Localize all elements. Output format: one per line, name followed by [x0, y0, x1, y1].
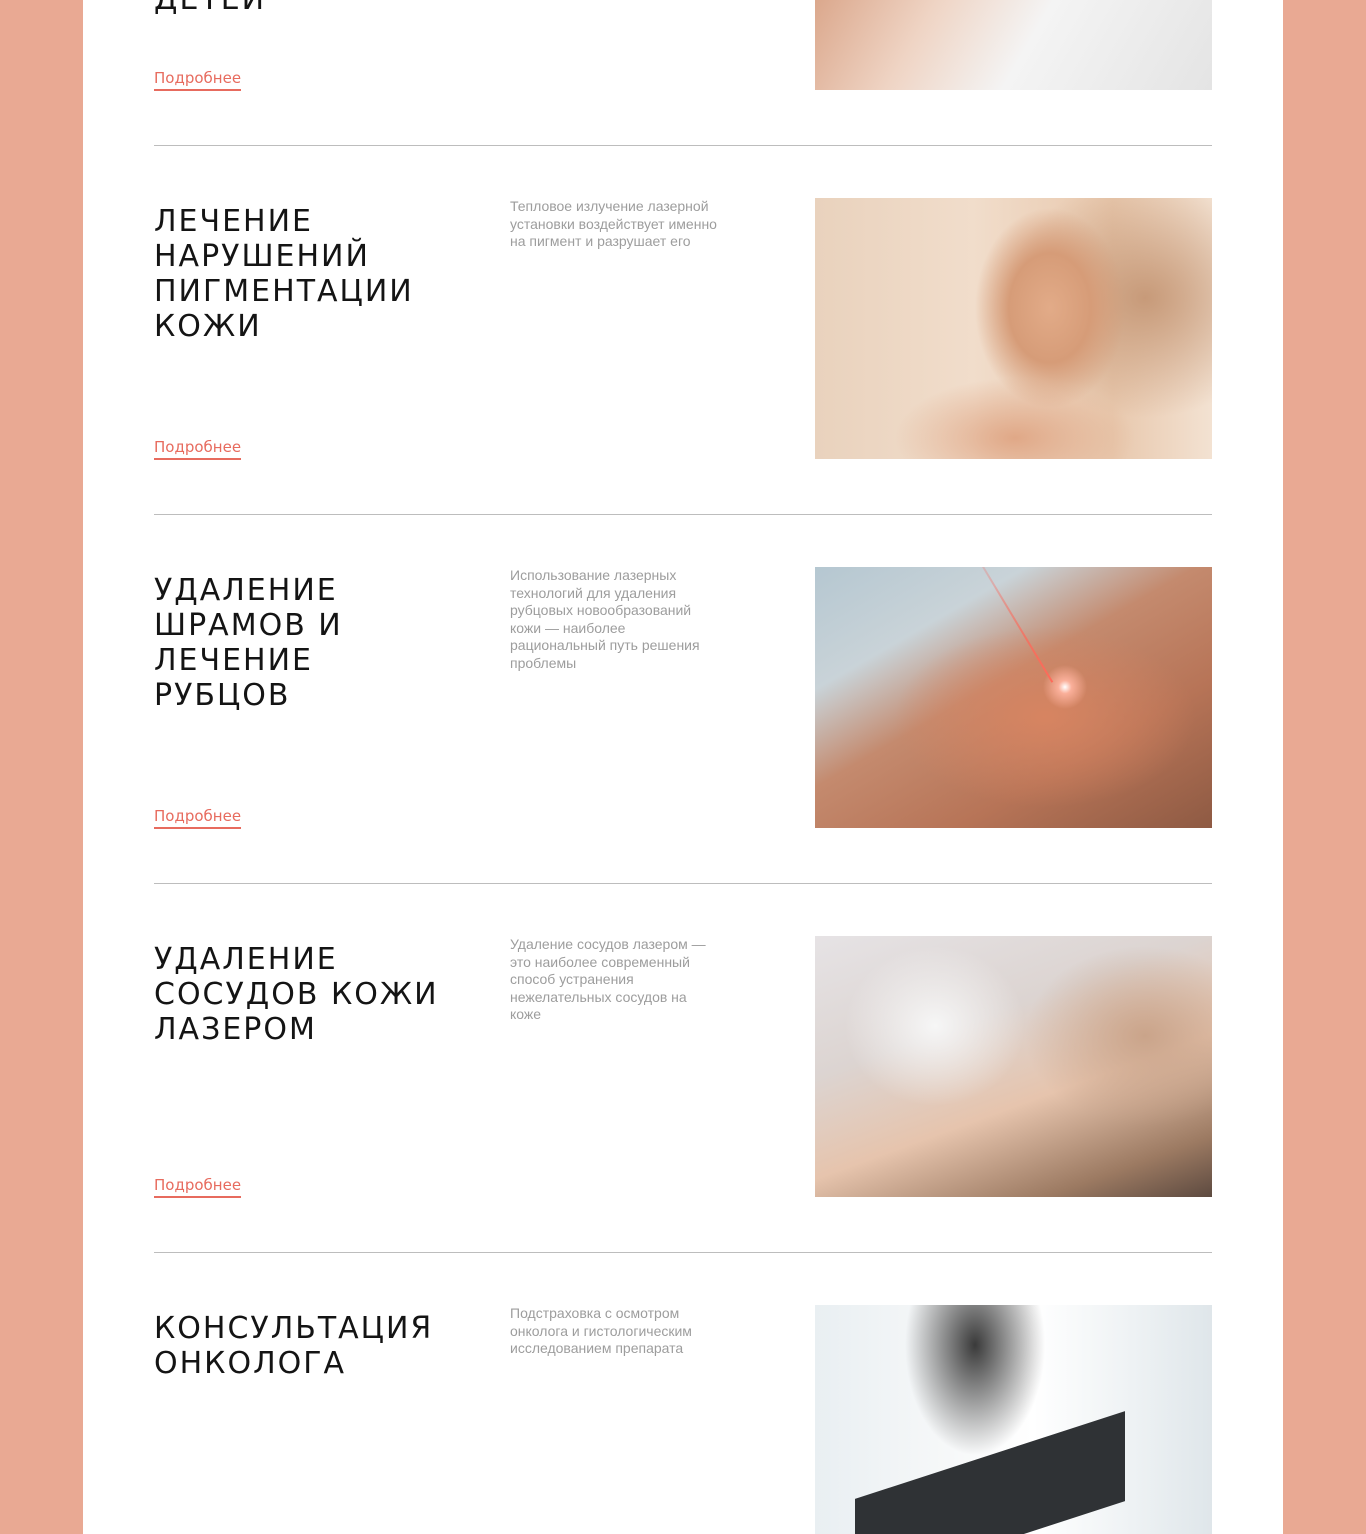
- service-title: УДАЛЕНИЕ СОСУДОВ КОЖИ ЛАЗЕРОМ: [154, 942, 439, 1047]
- laser-vessels-photo: [815, 936, 1212, 1197]
- service-card: КОНСУЛЬТАЦИЯ ОНКОЛОГА Подстраховка с осм…: [154, 1305, 1212, 1534]
- more-link[interactable]: Подробнее: [154, 437, 242, 460]
- divider: [154, 1252, 1212, 1253]
- skin-treatment-photo: [815, 0, 1212, 90]
- service-title: ДЕТЕЙ: [154, 0, 454, 17]
- service-title: ЛЕЧЕНИЕ НАРУШЕНИЙ ПИГМЕНТАЦИИ КОЖИ: [154, 204, 414, 344]
- more-link[interactable]: Подробнее: [154, 806, 242, 829]
- divider: [154, 145, 1212, 146]
- doctor-photo: [815, 1305, 1212, 1534]
- divider: [154, 514, 1212, 515]
- service-card: УДАЛЕНИЕ СОСУДОВ КОЖИ ЛАЗЕРОМ Удаление с…: [154, 936, 1212, 1305]
- service-description: Тепловое излучение лазерной установки во…: [510, 198, 717, 249]
- service-description: Подстраховка с осмотром онколога и гисто…: [510, 1305, 692, 1356]
- divider: [154, 883, 1212, 884]
- service-title: КОНСУЛЬТАЦИЯ ОНКОЛОГА: [154, 1311, 434, 1381]
- service-description: Использование лазерных технологий для уд…: [510, 567, 700, 671]
- page-content: ДЕТЕЙ Подробнее ЛЕЧЕНИЕ НАРУШЕНИЙ ПИГМЕН…: [83, 0, 1283, 1534]
- service-title: УДАЛЕНИЕ ШРАМОВ И ЛЕЧЕНИЕ РУБЦОВ: [154, 573, 343, 713]
- service-description: Удаление сосудов лазером — это наиболее …: [510, 936, 706, 1022]
- service-card: УДАЛЕНИЕ ШРАМОВ И ЛЕЧЕНИЕ РУБЦОВ Использ…: [154, 567, 1212, 936]
- more-link[interactable]: Подробнее: [154, 68, 242, 91]
- laser-beam: [982, 567, 1054, 683]
- laser-scar-photo: [815, 567, 1212, 828]
- service-card: ЛЕЧЕНИЕ НАРУШЕНИЙ ПИГМЕНТАЦИИ КОЖИ Тепло…: [154, 198, 1212, 567]
- more-link[interactable]: Подробнее: [154, 1175, 242, 1198]
- notebook: [855, 1411, 1125, 1534]
- freckled-woman-photo: [815, 198, 1212, 459]
